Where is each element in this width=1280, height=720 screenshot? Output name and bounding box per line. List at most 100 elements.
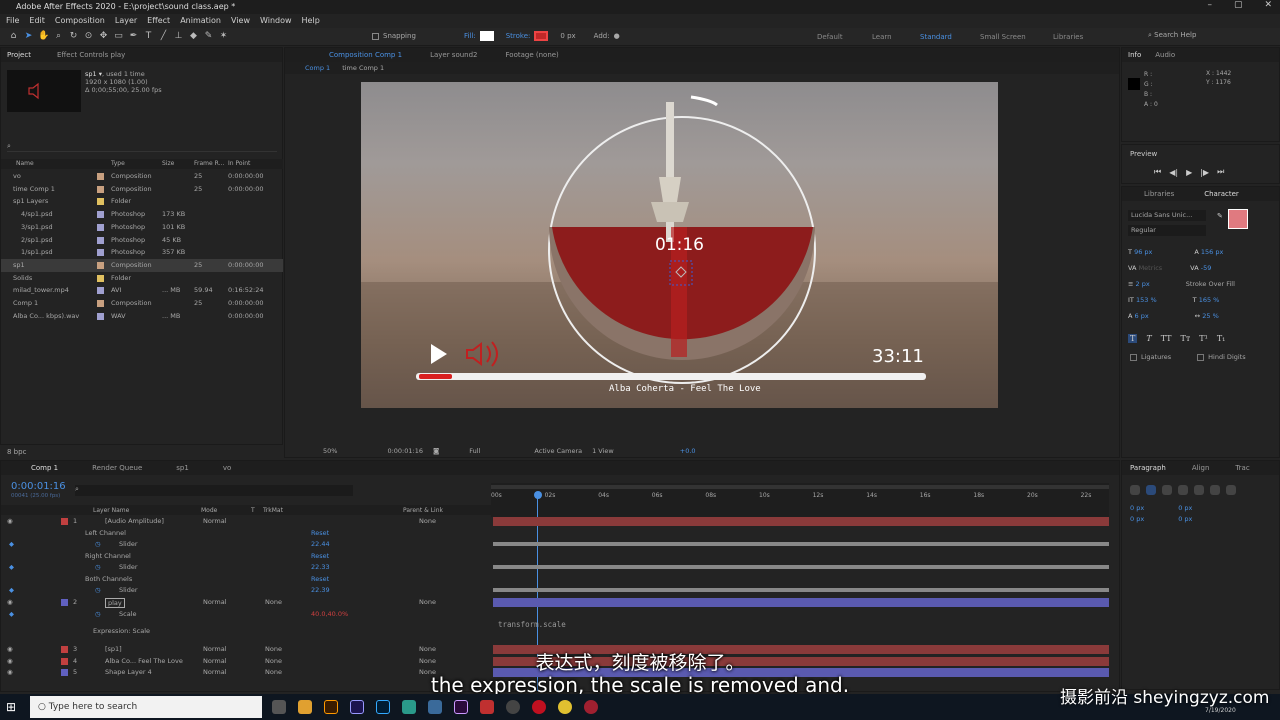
puppet-tool-icon[interactable]: ✶ xyxy=(218,31,229,42)
home-icon[interactable]: ⌂ xyxy=(8,31,19,42)
vertical-scale[interactable]: 153 % xyxy=(1136,296,1157,304)
project-row[interactable]: time Comp 1 Composition 25 0:00:00:00 xyxy=(1,183,283,196)
file-explorer-icon[interactable] xyxy=(298,700,312,714)
app-3-icon[interactable] xyxy=(402,700,416,714)
reset-link[interactable]: Reset xyxy=(311,552,329,560)
project-row[interactable]: sp1 Layers Folder xyxy=(1,195,283,208)
project-row[interactable]: 4/sp1.psd Photoshop 173 KB xyxy=(1,208,283,221)
workspace-libraries[interactable]: Libraries xyxy=(1053,33,1083,41)
close-icon[interactable]: ✕ xyxy=(1264,0,1272,10)
ligatures-checkbox[interactable] xyxy=(1130,353,1137,361)
indent-right[interactable]: 0 px xyxy=(1178,504,1192,512)
property-row[interactable]: ◆ ◷ Slider 22.33 xyxy=(1,562,491,573)
menu-effect[interactable]: Effect xyxy=(147,14,170,28)
layer-row[interactable]: ◉ 1 [Audio Amplitude] Normal None xyxy=(1,516,491,527)
tab-footage[interactable]: Footage (none) xyxy=(506,51,559,59)
effect-group-name[interactable]: Both Channels xyxy=(85,575,132,583)
time-ruler[interactable]: 00s 02s 04s 06s 08s 10s 12s 14s 16s 18s 20s 22s xyxy=(491,483,1109,517)
label-color-swatch[interactable] xyxy=(97,223,104,231)
viewer-timecode[interactable]: 0:00:01:16 xyxy=(387,447,423,455)
layer-label-color[interactable] xyxy=(61,599,68,606)
empty-track[interactable] xyxy=(493,529,1109,538)
layer-parent[interactable]: None xyxy=(419,517,436,525)
keyframe-nav-icon[interactable]: ◆ xyxy=(9,563,14,571)
property-row[interactable]: Right Channel Reset xyxy=(1,551,491,562)
audio-graph-track[interactable] xyxy=(493,542,1109,546)
project-row[interactable]: vo Composition 25 0:00:00:00 xyxy=(1,170,283,183)
project-row[interactable]: Alba Co... kbps).wav WAV ... MB 0:00:00:… xyxy=(1,310,283,323)
current-time[interactable]: 0:00:01:16 xyxy=(11,481,66,492)
project-row[interactable]: Comp 1 Composition 25 0:00:00:00 xyxy=(1,297,283,310)
stopwatch-icon[interactable]: ◷ xyxy=(95,586,101,594)
col-parent[interactable]: Parent & Link xyxy=(403,507,443,514)
workspace-default[interactable]: Default xyxy=(817,33,843,41)
layer-mode[interactable]: Normal xyxy=(203,517,227,525)
align-center-icon[interactable] xyxy=(1146,485,1156,495)
search-help[interactable]: ⌕ Search Help xyxy=(1148,31,1268,42)
camera-select[interactable]: Active Camera xyxy=(534,447,582,455)
property-row[interactable]: Expression: Scale xyxy=(1,626,491,637)
reset-link[interactable]: Reset xyxy=(311,575,329,583)
menu-view[interactable]: View xyxy=(231,14,250,28)
playhead-handle[interactable] xyxy=(534,491,542,499)
bpc-label[interactable]: 8 bpc xyxy=(7,448,26,456)
faux-italic-button[interactable]: T xyxy=(1146,334,1151,343)
label-color-swatch[interactable] xyxy=(97,261,104,269)
menu-animation[interactable]: Animation xyxy=(180,14,221,28)
empty-track[interactable] xyxy=(493,610,1109,619)
maximize-icon[interactable]: ▢ xyxy=(1234,0,1243,10)
small-caps-button[interactable]: Tт xyxy=(1181,334,1191,343)
task-view-icon[interactable] xyxy=(272,700,286,714)
type-tool-icon[interactable]: T xyxy=(143,31,154,42)
expression-editor[interactable]: transform.scale xyxy=(498,620,566,629)
minimize-icon[interactable]: – xyxy=(1207,0,1212,10)
label-color-swatch[interactable] xyxy=(97,249,104,257)
col-t[interactable]: T xyxy=(251,507,255,514)
comp-viewer[interactable]: 01:16 33:11 Alba Coherta - Feel The Love xyxy=(361,82,998,408)
tab-vo[interactable]: vo xyxy=(223,464,231,472)
app-m-icon[interactable] xyxy=(428,700,442,714)
col-trkmat[interactable]: TrkMat xyxy=(263,507,283,514)
label-color-swatch[interactable] xyxy=(97,173,104,180)
baseline-shift[interactable]: 6 px xyxy=(1135,312,1149,320)
property-row[interactable]: Left Channel Reset xyxy=(1,528,491,539)
app-c4d-icon[interactable] xyxy=(506,700,520,714)
property-row[interactable]: ◆ ◷ Scale 40.0,40.0% xyxy=(1,609,491,620)
first-frame-icon[interactable]: ⏮ xyxy=(1154,167,1161,177)
stopwatch-icon[interactable]: ◷ xyxy=(95,610,101,618)
all-caps-button[interactable]: TT xyxy=(1161,334,1172,343)
eyedropper-icon[interactable]: ✎ xyxy=(1217,212,1223,220)
tab-tracker[interactable]: Trac xyxy=(1235,464,1249,472)
leading[interactable]: 156 px xyxy=(1201,248,1223,256)
layer-duration-bar[interactable] xyxy=(493,517,1109,526)
last-frame-icon[interactable]: ⏭ xyxy=(1217,167,1224,177)
col-type[interactable]: Type xyxy=(111,160,125,167)
eraser-tool-icon[interactable]: ◆ xyxy=(188,31,199,42)
justify-right-icon[interactable] xyxy=(1210,485,1220,495)
prev-frame-icon[interactable]: ◀| xyxy=(1169,168,1178,177)
tsume[interactable]: 25 % xyxy=(1202,312,1219,320)
camera-icon[interactable]: ◙ xyxy=(433,447,439,455)
space-before[interactable]: 0 px xyxy=(1130,515,1144,523)
tab-libraries[interactable]: Libraries xyxy=(1144,190,1174,198)
layer-duration-bar[interactable] xyxy=(493,598,1109,607)
roto-tool-icon[interactable]: ✎ xyxy=(203,31,214,42)
audio-graph-track[interactable] xyxy=(493,565,1109,569)
workspace-standard[interactable]: Standard xyxy=(920,33,952,41)
tab-sp1[interactable]: sp1 xyxy=(176,464,189,472)
stroke-width-char[interactable]: 2 px xyxy=(1136,280,1150,288)
project-row[interactable]: Solids Folder xyxy=(1,272,283,285)
workspace-learn[interactable]: Learn xyxy=(872,33,892,41)
layer-row[interactable]: ◉ 2 play Normal None None xyxy=(1,597,491,608)
keyframe-nav-icon[interactable]: ◆ xyxy=(9,540,14,548)
breadcrumb-time-comp1[interactable]: time Comp 1 xyxy=(342,64,384,72)
view-select[interactable]: 1 View xyxy=(592,447,614,455)
exposure-value[interactable]: +0.0 xyxy=(680,447,696,455)
empty-track[interactable] xyxy=(493,552,1109,561)
font-size[interactable]: 96 px xyxy=(1134,248,1152,256)
hindi-digits-checkbox[interactable] xyxy=(1197,353,1205,361)
layer-trkmat[interactable]: None xyxy=(265,598,282,606)
tab-character[interactable]: Character xyxy=(1204,190,1239,198)
label-color-swatch[interactable] xyxy=(97,211,104,219)
superscript-button[interactable]: T¹ xyxy=(1199,334,1208,343)
